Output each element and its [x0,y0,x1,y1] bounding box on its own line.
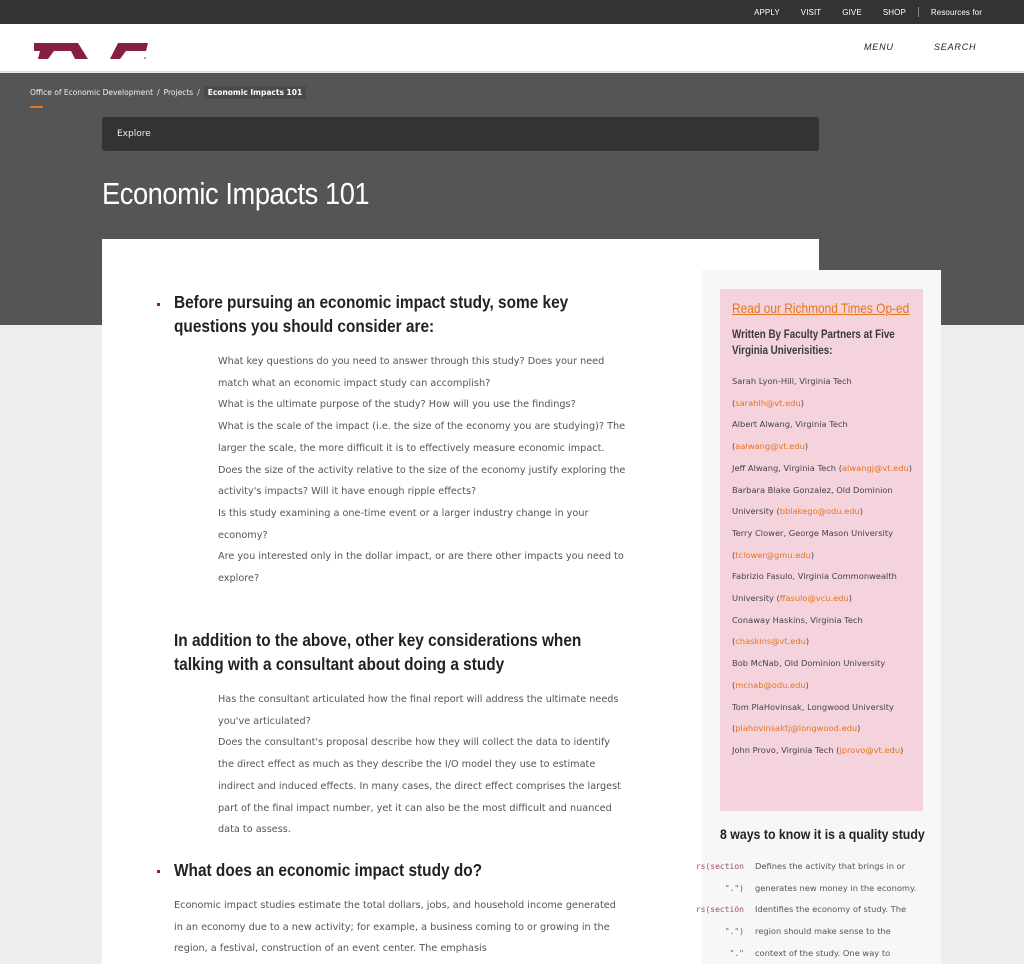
logo-icon [34,43,148,59]
utility-link-shop[interactable]: SHOP [883,8,906,17]
author-email[interactable]: jprovo@vt.edu [839,745,900,755]
quality-text: Defines the activity that brings in or [755,861,906,871]
quality-study-heading: 8 ways to know it is a quality study [720,826,925,842]
bullet-icon [157,303,160,306]
author-name: John Provo, Virginia Tech [732,744,834,755]
quality-text: region should make sense to the [755,926,891,937]
author-name: Albert Alwang, Virginia Tech [732,419,848,430]
author-item: Bob McNab, Old Dominion University (mcna… [732,658,886,690]
code-fragment: rs(sectiön [695,905,744,915]
explore-label: Explore [117,129,151,139]
code-fragment: rs(section [695,862,744,871]
quality-text: generates new money in the economy. [755,882,917,893]
author-item: Terry Clower, George Mason University (t… [732,527,894,560]
breadcrumb-item-office[interactable]: Office of Economic Development [30,88,153,97]
utility-bar: APPLY VISIT GIVE SHOP Resources for [0,0,1024,24]
utility-divider [917,7,919,17]
author-item: Jeff Alwang, Virginia Tech (alwangj@vt.e… [732,462,913,473]
author-item: Fabrizio Fasulo, Virginia Commonwealth U… [732,571,897,604]
bullet-icon [157,870,160,873]
breadcrumb-separator: / [197,88,200,97]
author-email[interactable]: bblakego@odu.edu [780,506,860,516]
list-item: What is the ultimate purpose of the stud… [218,399,576,411]
author-item: John Provo, Virginia Tech (jprovo@vt.edu… [732,744,904,755]
list-item: Has the consultant articulated how the f… [218,694,619,727]
consultant-list: Has the consultant articulated how the f… [218,689,628,841]
author-item: Sarah Lyon-Hill, Virginia Tech (sarahlh@… [732,376,852,408]
author-name: Conaway Haskins, Virginia Tech [732,614,863,625]
quality-row: ".") generates new money in the economy. [702,880,941,902]
utility-links: APPLY VISIT GIVE SHOP Resources for [733,0,982,24]
author-name: Sarah Lyon-Hill, Virginia Tech [732,376,852,386]
utility-link-apply[interactable]: APPLY [754,8,780,17]
author-email[interactable]: ffasulo@vcu.edu [780,593,849,603]
author-name: Terry Clower, George Mason University [732,527,894,538]
logo[interactable] [34,43,149,59]
list-item: What key questions do you need to answer… [218,356,605,389]
author-item: Albert Alwang, Virginia Tech (aalwang@vt… [732,419,848,452]
author-name: Jeff Alwang, Virginia Tech [732,462,837,473]
quality-text: context of the study. One way to [755,947,891,958]
code-fragment: "." [729,948,744,958]
utility-link-give[interactable]: GIVE [842,8,862,17]
list-item: Does the size of the activity relative t… [218,464,626,498]
oped-subtitle: Written By Faculty Partners at Five Virg… [732,327,895,357]
list-item: What is the scale of the impact (i.e. th… [218,421,626,454]
section-paragraph: Economic impact studies estimate the tot… [174,900,616,955]
menu-button[interactable]: MENU [864,42,894,52]
list-item: Are you interested only in the dollar im… [218,551,624,585]
breadcrumb-item-projects[interactable]: Projects [164,88,194,97]
code-fragment: ".") [724,883,744,893]
author-email[interactable]: chaskins@vt.edu [735,636,806,646]
author-name: Bob McNab, Old Dominion University [732,658,886,669]
breadcrumb-current: Economic Impacts 101 [203,86,307,99]
oped-link[interactable]: Read our Richmond Times Op-ed [732,300,909,316]
sidebar: Read our Richmond Times Op-ed Written By… [696,270,941,964]
explore-dropdown[interactable]: Explore [102,117,819,151]
section-heading: What does an economic impact study do? [174,860,483,880]
utility-link-visit[interactable]: VISIT [801,8,822,17]
author-email[interactable]: mcnab@odu.edu [735,680,805,690]
list-item: Is this study examining a one-time event… [218,507,589,541]
author-item: Conaway Haskins, Virginia Tech (chaskins… [732,614,863,647]
author-name: Tom PlaHovinsak, Longwood University [732,701,894,712]
quality-text: Identifies the economy of study. The [755,904,907,915]
list-item: Does the consultant's proposal describe … [218,737,621,836]
quality-row: ".") region should make sense to the [702,923,941,945]
accent-dash [30,106,43,108]
quality-row: rs(sectiön Identifies the economy of stu… [696,901,941,923]
code-fragment: ".") [724,927,744,937]
breadcrumb: Office of Economic Development / Project… [30,86,307,99]
section-heading: Before pursuing an economic impact study… [174,292,569,336]
site-header: MENU SEARCH [0,24,1024,72]
author-list: Sarah Lyon-Hill, Virginia Tech (sarahlh@… [732,371,922,762]
quality-study-list: rs(section Defines the activity that bri… [696,858,941,964]
page-title: Economic Impacts 101 [102,176,370,211]
author-email[interactable]: aalwang@vt.edu [735,441,805,451]
author-item: Tom PlaHovinsak, Longwood University (pl… [732,701,894,734]
section-heading: In addition to the above, other key cons… [174,630,582,674]
breadcrumb-separator: / [157,88,160,97]
author-email[interactable]: tclower@gmu.edu [735,550,811,560]
quality-row: "." context of the study. One way to [702,945,941,964]
author-item: Barbara Blake Gonzalez, Old Dominion Uni… [732,484,893,517]
quality-row: rs(section Defines the activity that bri… [696,858,941,880]
oped-callout: Read our Richmond Times Op-ed Written By… [720,289,923,811]
question-list: What key questions do you need to answer… [218,351,628,590]
author-email[interactable]: sarahlh@vt.edu [735,398,800,408]
author-email[interactable]: plahovinsaktj@longwood.edu [735,723,857,733]
author-email[interactable]: alwangj@vt.edu [842,463,909,473]
resources-for-link[interactable]: Resources for [931,8,982,17]
search-button[interactable]: SEARCH [934,42,976,52]
